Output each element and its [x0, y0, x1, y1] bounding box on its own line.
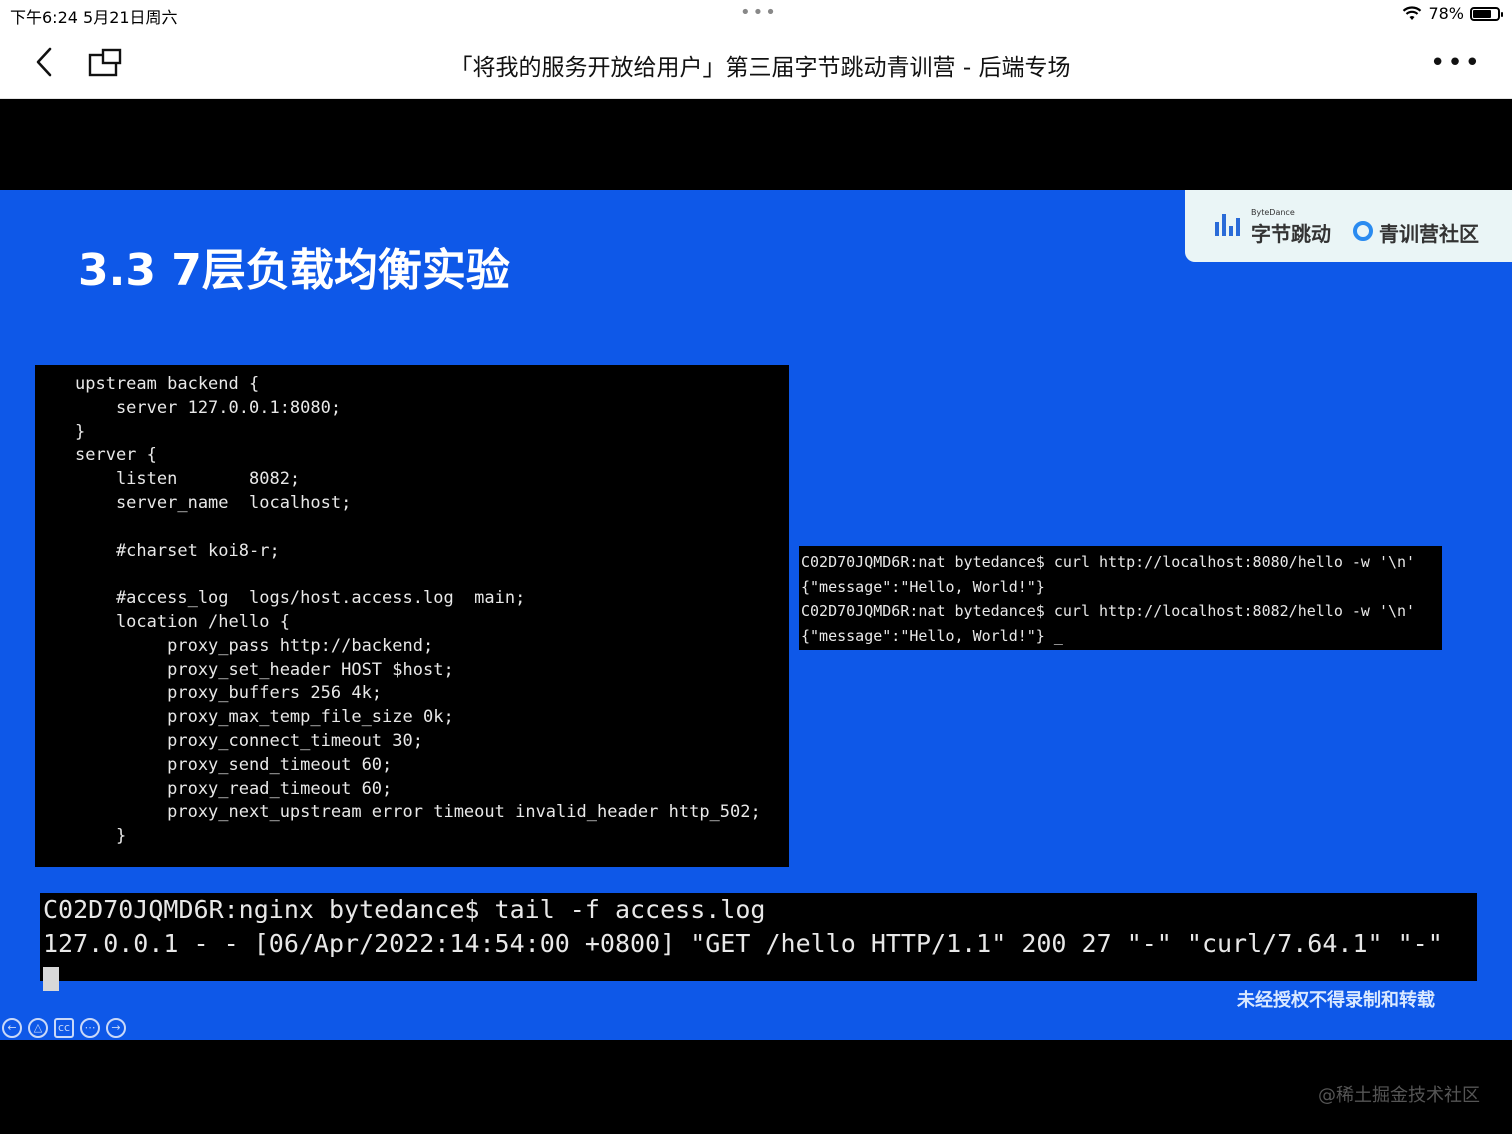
code-line: upstream backend { — [75, 374, 260, 394]
brand-small-text: ByteDance — [1251, 208, 1295, 217]
code-line: proxy_send_timeout 60; — [75, 754, 393, 775]
slide-title: 3.3 7层负载均衡实验 — [78, 245, 510, 296]
battery-percent: 78% — [1428, 4, 1464, 23]
slide: ByteDance 字节跳动 青训营社区 3.3 7层负载均衡实验 upstre… — [0, 190, 1512, 1040]
code-line: server 127.0.0.1:8080; — [75, 397, 342, 418]
wifi-icon — [1403, 5, 1422, 20]
code-line: proxy_buffers 256 4k; — [75, 683, 383, 704]
pointer-icon[interactable]: △ — [28, 1018, 48, 1038]
more-options-icon[interactable]: ••• — [1430, 48, 1482, 78]
code-line: } — [75, 826, 127, 847]
terminal-line: 127.0.0.1 - - [06/Apr/2022:14:54:00 +080… — [43, 929, 1443, 958]
status-time-date: 下午6:24 5月21日周六 — [10, 8, 178, 27]
page-title: 「将我的服务开放给用户」第三届字节跳动青训营 - 后端专场 — [449, 55, 1071, 81]
terminal-cursor — [43, 967, 59, 991]
code-line: proxy_set_header HOST $host; — [75, 659, 454, 680]
curl-terminal-panel: C02D70JQMD6R:nat bytedance$ curl http://… — [799, 546, 1442, 650]
code-line: location /hello { — [75, 611, 290, 632]
terminal-line: {"message":"Hello, World!"} _ — [801, 627, 1063, 646]
video-letterbox-top — [0, 99, 1512, 190]
back-chevron-icon[interactable] — [28, 44, 64, 80]
terminal-line: C02D70JQMD6R:nat bytedance$ curl http://… — [801, 553, 1416, 571]
site-watermark: @稀土掘金技术社区 — [1318, 1085, 1480, 1106]
nav-bar: 「将我的服务开放给用户」第三届字节跳动青训营 - 后端专场 ••• — [0, 30, 1512, 99]
brand-name: 字节跳动 — [1251, 222, 1331, 246]
prev-icon[interactable]: ← — [2, 1018, 22, 1038]
terminal-line: C02D70JQMD6R:nginx bytedance$ tail -f ac… — [43, 895, 766, 924]
code-line: server_name localhost; — [75, 492, 352, 513]
code-line: proxy_next_upstream error timeout invali… — [75, 802, 761, 823]
status-right: 78% — [1402, 4, 1503, 23]
code-line: } — [75, 421, 86, 442]
cc-icon[interactable]: cc — [54, 1018, 74, 1038]
nginx-config-panel: upstream backend { server 127.0.0.1:8080… — [35, 365, 789, 867]
more-icon[interactable]: ⋯ — [80, 1018, 100, 1038]
status-bar: 下午6:24 5月21日周六 ••• 78% — [0, 0, 1512, 30]
video-letterbox-bottom — [0, 1040, 1512, 1134]
player-controls: ← △ cc ⋯ → — [2, 1018, 126, 1038]
code-line: #charset koi8-r; — [75, 540, 280, 561]
code-line: server { — [75, 445, 157, 466]
brand-community: 青训营社区 — [1379, 222, 1479, 246]
bytedance-logo-icon — [1215, 214, 1240, 236]
code-line: #access_log logs/host.access.log main; — [75, 588, 526, 609]
floating-window-icon[interactable] — [86, 46, 126, 80]
code-line: proxy_read_timeout 60; — [75, 778, 393, 799]
copyright-notice: 未经授权不得录制和转载 — [1237, 990, 1435, 1011]
brand-header: ByteDance 字节跳动 青训营社区 — [1185, 190, 1512, 262]
next-icon[interactable]: → — [106, 1018, 126, 1038]
multitask-dots-icon[interactable]: ••• — [740, 2, 778, 23]
code-line: proxy_connect_timeout 30; — [75, 730, 423, 751]
community-logo-icon — [1353, 221, 1373, 241]
code-line: listen 8082; — [75, 469, 301, 490]
terminal-line: C02D70JQMD6R:nat bytedance$ curl http://… — [801, 602, 1416, 621]
code-line: proxy_pass http://backend; — [75, 635, 434, 656]
battery-icon — [1470, 6, 1503, 21]
code-line: proxy_max_temp_file_size 0k; — [75, 707, 454, 728]
terminal-line: {"message":"Hello, World!"} — [801, 577, 1045, 596]
tail-terminal-panel: C02D70JQMD6R:nginx bytedance$ tail -f ac… — [40, 893, 1477, 991]
